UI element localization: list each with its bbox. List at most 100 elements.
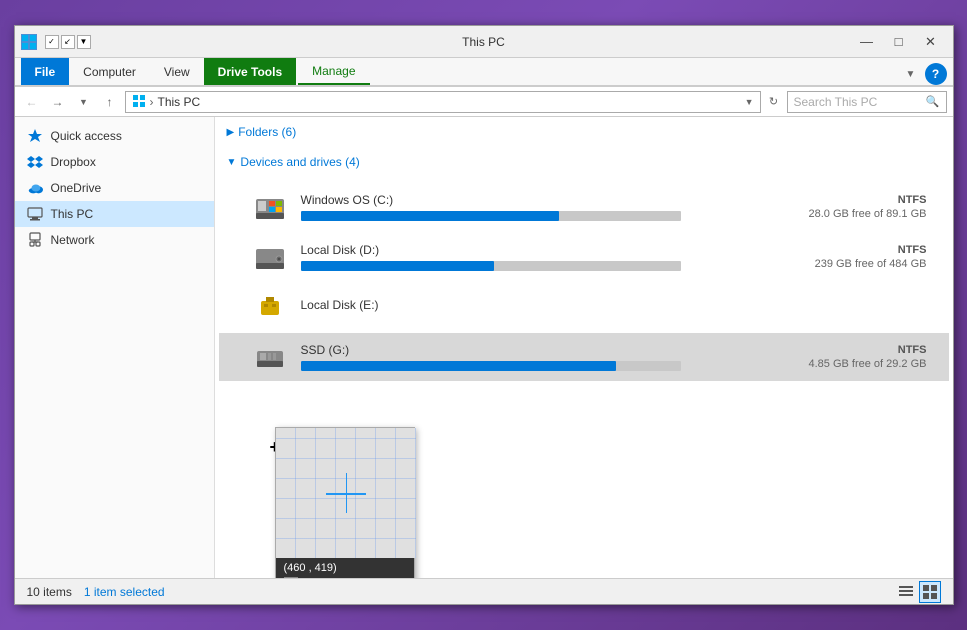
view-tiles-button[interactable] xyxy=(919,581,941,603)
sidebar: Quick access Dropbox xyxy=(15,117,215,578)
close-button[interactable]: ✕ xyxy=(915,26,947,58)
quick-btn-dropdown[interactable]: ▼ xyxy=(77,35,91,49)
sidebar-label-quick-access: Quick access xyxy=(51,129,122,143)
drive-e-info: Local Disk (E:) xyxy=(301,298,777,316)
drive-item-c[interactable]: Windows OS (C:) NTFS 28.0 GB free of 89.… xyxy=(219,183,949,231)
drive-c-size: 28.0 GB free of 89.1 GB xyxy=(793,208,927,220)
view-buttons xyxy=(895,581,941,603)
folders-section-header[interactable]: ▶ Folders (6) xyxy=(215,117,953,147)
drive-d-fs: NTFS xyxy=(793,244,927,256)
folders-section-label: Folders (6) xyxy=(238,125,296,139)
drive-c-info: Windows OS (C:) xyxy=(301,193,777,221)
tab-computer[interactable]: Computer xyxy=(69,58,150,85)
drive-g-fs: NTFS xyxy=(793,344,927,356)
drive-d-info: Local Disk (D:) xyxy=(301,243,777,271)
search-placeholder: Search This PC xyxy=(794,95,878,109)
up-button[interactable]: ↑ xyxy=(99,91,121,113)
drive-g-info: SSD (G:) xyxy=(301,343,777,371)
drive-c-name: Windows OS (C:) xyxy=(301,193,777,207)
color-picker-popup: (460 , 419) 217, 217, 217 xyxy=(275,427,415,578)
items-count: 10 items xyxy=(27,585,72,599)
refresh-button[interactable]: ↻ xyxy=(765,93,783,111)
quick-access-toolbar: ✓ ↙ ▼ xyxy=(45,35,91,49)
sidebar-label-network: Network xyxy=(51,233,95,247)
address-dropdown-arrow[interactable]: ▼ xyxy=(745,97,754,107)
onedrive-icon xyxy=(27,180,43,196)
network-icon xyxy=(27,232,43,248)
address-separator: › xyxy=(150,95,154,109)
devices-section-label: Devices and drives (4) xyxy=(240,155,359,169)
drive-e-icon xyxy=(251,291,291,323)
sidebar-label-onedrive: OneDrive xyxy=(51,181,102,195)
ribbon-help-area: ▼ ? xyxy=(901,63,947,85)
drive-g-bar-fill xyxy=(301,361,616,371)
sidebar-item-onedrive[interactable]: OneDrive xyxy=(15,175,214,201)
maximize-button[interactable]: □ xyxy=(883,26,915,58)
sidebar-label-this-pc: This PC xyxy=(51,207,94,221)
devices-section-header[interactable]: ▼ Devices and drives (4) xyxy=(215,147,953,177)
color-swatch xyxy=(284,577,298,578)
folders-toggle-icon: ▶ xyxy=(227,127,235,138)
drive-c-bar-fill xyxy=(301,211,559,221)
view-details-button[interactable] xyxy=(895,581,917,603)
drives-list: Windows OS (C:) NTFS 28.0 GB free of 89.… xyxy=(215,177,953,387)
sidebar-item-network[interactable]: Network xyxy=(15,227,214,253)
drive-c-fs: NTFS xyxy=(793,194,927,206)
address-path[interactable]: › This PC ▼ xyxy=(125,91,761,113)
window-icon xyxy=(21,34,37,50)
tab-file[interactable]: File xyxy=(21,58,70,85)
selected-count: 1 item selected xyxy=(84,585,165,599)
crosshair-v xyxy=(346,473,348,513)
drive-item-d[interactable]: Local Disk (D:) NTFS 239 GB free of 484 … xyxy=(219,233,949,281)
drive-g-name: SSD (G:) xyxy=(301,343,777,357)
ribbon-collapse-button[interactable]: ▼ xyxy=(901,64,921,84)
drive-d-meta: NTFS 239 GB free of 484 GB xyxy=(777,244,927,270)
title-bar: ✓ ↙ ▼ This PC — □ ✕ xyxy=(15,26,953,58)
drive-e-name: Local Disk (E:) xyxy=(301,298,777,312)
help-button[interactable]: ? xyxy=(925,63,947,85)
forward-button[interactable]: → xyxy=(47,91,69,113)
tab-view[interactable]: View xyxy=(150,58,204,85)
color-picker-footer: (460 , 419) 217, 217, 217 xyxy=(276,558,414,578)
drive-d-size: 239 GB free of 484 GB xyxy=(793,258,927,270)
recent-button[interactable]: ▼ xyxy=(73,91,95,113)
quick-access-icon xyxy=(27,128,43,144)
drive-g-meta: NTFS 4.85 GB free of 29.2 GB xyxy=(777,344,927,370)
sidebar-label-dropbox: Dropbox xyxy=(51,155,96,169)
ribbon: File Computer View Drive Tools Manage ▼ … xyxy=(15,58,953,87)
drive-item-e[interactable]: Local Disk (E:) xyxy=(219,283,949,331)
drive-item-g[interactable]: SSD (G:) NTFS 4.85 GB free of 29.2 GB xyxy=(219,333,949,381)
drive-g-size: 4.85 GB free of 29.2 GB xyxy=(793,358,927,370)
file-explorer-window: ✓ ↙ ▼ This PC — □ ✕ File Computer View D… xyxy=(14,25,954,605)
drive-c-icon xyxy=(251,191,291,223)
quick-btn-1[interactable]: ✓ xyxy=(45,35,59,49)
drive-e-meta xyxy=(777,306,927,308)
sidebar-item-quick-access[interactable]: Quick access xyxy=(15,123,214,149)
window-controls: — □ ✕ xyxy=(851,26,947,58)
tab-manage[interactable]: Manage xyxy=(298,58,369,85)
drive-d-name: Local Disk (D:) xyxy=(301,243,777,257)
quick-btn-2[interactable]: ↙ xyxy=(61,35,75,49)
address-path-text: This PC xyxy=(158,95,201,109)
status-bar: 10 items 1 item selected xyxy=(15,578,953,604)
address-path-icon xyxy=(132,93,146,110)
window-title: This PC xyxy=(462,35,505,49)
drive-c-bar-bg xyxy=(301,211,681,221)
sidebar-item-this-pc[interactable]: This PC xyxy=(15,201,214,227)
color-picker-grid xyxy=(276,428,416,558)
back-button[interactable]: ← xyxy=(21,91,43,113)
search-box[interactable]: Search This PC 🔍 xyxy=(787,91,947,113)
tab-drive-tools[interactable]: Drive Tools xyxy=(204,58,296,85)
minimize-button[interactable]: — xyxy=(851,26,883,58)
this-pc-icon xyxy=(27,206,43,222)
drive-g-bar-bg xyxy=(301,361,681,371)
content-area: ▶ Folders (6) ▼ Devices and drives (4) xyxy=(215,117,953,578)
drive-c-meta: NTFS 28.0 GB free of 89.1 GB xyxy=(777,194,927,220)
drive-d-icon xyxy=(251,241,291,273)
drive-d-bar-fill xyxy=(301,261,495,271)
color-picker-coords: (460 , 419) xyxy=(284,562,406,574)
sidebar-item-dropbox[interactable]: Dropbox xyxy=(15,149,214,175)
devices-toggle-icon: ▼ xyxy=(227,157,237,168)
search-icon: 🔍 xyxy=(926,95,940,108)
ribbon-tabs: File Computer View Drive Tools Manage ▼ … xyxy=(15,58,953,86)
